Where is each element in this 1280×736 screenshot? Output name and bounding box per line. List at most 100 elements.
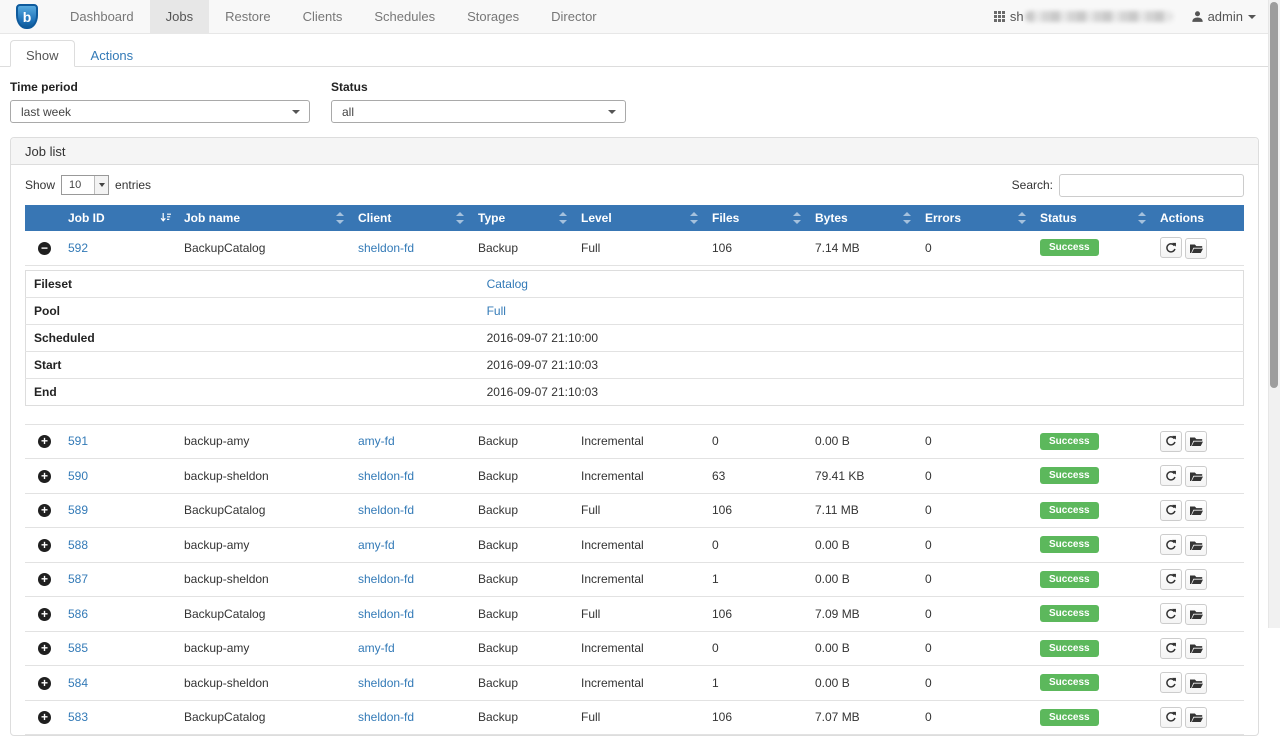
expand-row-button[interactable]: +: [38, 642, 51, 655]
column-header-type[interactable]: Type: [470, 205, 573, 231]
job-id-cell: 587: [60, 562, 176, 597]
rerun-job-button[interactable]: [1160, 707, 1182, 728]
sort-icon[interactable]: [903, 212, 912, 224]
sort-icon[interactable]: [559, 212, 568, 224]
nav-item-schedules[interactable]: Schedules: [358, 0, 451, 33]
rerun-job-button[interactable]: [1160, 638, 1182, 659]
column-header-status[interactable]: Status: [1032, 205, 1152, 231]
nav-item-dashboard[interactable]: Dashboard: [54, 0, 150, 33]
column-header-files[interactable]: Files: [704, 205, 807, 231]
job-id-link[interactable]: 586: [68, 607, 88, 621]
client-link[interactable]: amy-fd: [358, 434, 395, 448]
restore-files-button[interactable]: [1185, 604, 1207, 625]
scrollbar-thumb[interactable]: [1270, 2, 1278, 388]
client-link[interactable]: sheldon-fd: [358, 241, 414, 255]
expand-row-button[interactable]: +: [38, 711, 51, 724]
expand-row-button[interactable]: +: [38, 435, 51, 448]
restore-files-button[interactable]: [1185, 673, 1207, 694]
expand-row-button[interactable]: +: [38, 573, 51, 586]
rerun-job-button[interactable]: [1160, 431, 1182, 452]
job-id-link[interactable]: 583: [68, 710, 88, 724]
detail-value-link[interactable]: Catalog: [487, 277, 528, 291]
expand-row-button[interactable]: +: [38, 608, 51, 621]
nav-item-clients[interactable]: Clients: [287, 0, 359, 33]
rerun-job-button[interactable]: [1160, 569, 1182, 590]
nav-item-jobs[interactable]: Jobs: [150, 0, 209, 33]
rerun-job-button[interactable]: [1160, 465, 1182, 486]
column-header-level[interactable]: Level: [573, 205, 704, 231]
sort-desc-icon[interactable]: [160, 212, 172, 227]
job-list-panel: Job list Show 10 entries Search:: [10, 137, 1259, 736]
status-badge: Success: [1040, 709, 1099, 726]
job-id-cell: 588: [60, 528, 176, 563]
job-id-link[interactable]: 589: [68, 503, 88, 517]
detail-value-link[interactable]: Full: [487, 304, 506, 318]
client-link[interactable]: sheldon-fd: [358, 710, 414, 724]
job-id-link[interactable]: 585: [68, 641, 88, 655]
restore-files-button[interactable]: [1185, 569, 1207, 590]
sort-icon[interactable]: [793, 212, 802, 224]
client-link[interactable]: amy-fd: [358, 538, 395, 552]
host-prefix-text: sh: [1010, 9, 1024, 24]
sort-icon[interactable]: [1138, 212, 1147, 224]
rerun-job-button[interactable]: [1160, 237, 1182, 258]
job-id-link[interactable]: 590: [68, 469, 88, 483]
column-header-job-name[interactable]: Job name: [176, 205, 350, 231]
expand-row-button[interactable]: +: [38, 470, 51, 483]
rerun-job-button[interactable]: [1160, 500, 1182, 521]
search-input[interactable]: [1059, 174, 1244, 197]
restore-files-button[interactable]: [1185, 707, 1207, 728]
client-link[interactable]: sheldon-fd: [358, 607, 414, 621]
job-id-link[interactable]: 592: [68, 241, 88, 255]
type-cell: Backup: [470, 424, 573, 459]
collapse-row-button[interactable]: −: [38, 242, 51, 255]
client-link[interactable]: amy-fd: [358, 641, 395, 655]
page-size-select[interactable]: 10: [61, 175, 109, 195]
host-indicator[interactable]: sh: [994, 9, 1173, 24]
job-id-link[interactable]: 587: [68, 572, 88, 586]
restore-files-button[interactable]: [1185, 238, 1207, 259]
column-header-job-id[interactable]: Job ID: [60, 205, 176, 231]
rerun-job-button[interactable]: [1160, 603, 1182, 624]
job-name-cell: BackupCatalog: [176, 231, 350, 265]
logo-letter: b: [23, 9, 32, 25]
restore-files-button[interactable]: [1185, 535, 1207, 556]
expand-row-button[interactable]: +: [38, 677, 51, 690]
client-link[interactable]: sheldon-fd: [358, 572, 414, 586]
column-header-client[interactable]: Client: [350, 205, 470, 231]
client-link[interactable]: sheldon-fd: [358, 469, 414, 483]
app-logo[interactable]: b: [0, 0, 54, 33]
time-period-value: last week: [21, 105, 71, 119]
actions-cell: [1152, 631, 1244, 666]
restore-files-button[interactable]: [1185, 638, 1207, 659]
column-header-bytes[interactable]: Bytes: [807, 205, 917, 231]
rerun-job-button[interactable]: [1160, 534, 1182, 555]
nav-item-restore[interactable]: Restore: [209, 0, 287, 33]
restore-files-button[interactable]: [1185, 500, 1207, 521]
sort-icon[interactable]: [690, 212, 699, 224]
restore-files-button[interactable]: [1185, 431, 1207, 452]
expand-row-button[interactable]: +: [38, 504, 51, 517]
sort-icon[interactable]: [1018, 212, 1027, 224]
nav-item-director[interactable]: Director: [535, 0, 613, 33]
restore-files-button[interactable]: [1185, 466, 1207, 487]
client-link[interactable]: sheldon-fd: [358, 503, 414, 517]
expand-row-button[interactable]: +: [38, 539, 51, 552]
job-id-link[interactable]: 588: [68, 538, 88, 552]
user-menu[interactable]: admin: [1191, 9, 1256, 24]
time-period-select[interactable]: last week: [10, 100, 310, 123]
sort-icon[interactable]: [336, 212, 345, 224]
tab-actions[interactable]: Actions: [75, 40, 150, 67]
job-id-link[interactable]: 591: [68, 434, 88, 448]
scrollbar[interactable]: [1268, 0, 1280, 628]
column-header-errors[interactable]: Errors: [917, 205, 1032, 231]
client-link[interactable]: sheldon-fd: [358, 676, 414, 690]
actions-cell: [1152, 700, 1244, 735]
tab-show[interactable]: Show: [10, 40, 75, 67]
sort-icon[interactable]: [456, 212, 465, 224]
status-select[interactable]: all: [331, 100, 626, 123]
status-badge: Success: [1040, 605, 1099, 622]
nav-item-storages[interactable]: Storages: [451, 0, 535, 33]
job-id-link[interactable]: 584: [68, 676, 88, 690]
rerun-job-button[interactable]: [1160, 672, 1182, 693]
